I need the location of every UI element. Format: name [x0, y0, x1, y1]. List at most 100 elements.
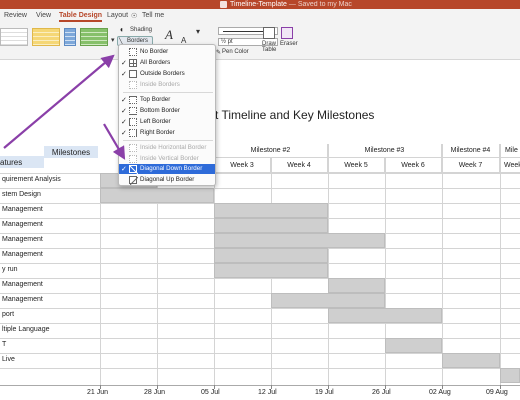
slide-title[interactable]: t Timeline and Key Milestones — [215, 108, 374, 122]
draw-table-icon[interactable] — [263, 27, 275, 39]
menu-item-outside-borders[interactable]: ✓ Outside Borders — [119, 69, 215, 79]
check-icon: ✓ — [121, 108, 127, 115]
task-bar[interactable] — [214, 218, 328, 233]
eraser-icon[interactable] — [281, 27, 293, 39]
ribbon-toolbar: ▾ ◖ Shading ╲ Borders A A ▾ ½ pt ✎ Pen C… — [0, 24, 520, 60]
grid-row-line — [0, 308, 520, 309]
styles-more-icon[interactable]: ▾ — [111, 36, 115, 44]
milestone-4-header[interactable]: Milestone #4 — [442, 144, 500, 158]
row-label[interactable]: Management — [0, 281, 43, 288]
grid-row-line — [0, 278, 520, 279]
features-header[interactable]: atures — [0, 156, 44, 168]
menu-item-top-border[interactable]: ✓ Top Border — [119, 95, 215, 105]
table-style-swatch-2[interactable] — [32, 28, 60, 46]
pen-color-label[interactable]: Pen Color — [222, 49, 249, 55]
no-border-icon — [129, 48, 137, 56]
task-bar[interactable] — [214, 263, 328, 278]
menu-item-left-border[interactable]: ✓ Left Border — [119, 117, 215, 127]
task-bar[interactable] — [100, 188, 214, 203]
task-bar[interactable] — [214, 233, 385, 248]
menu-item-diagonal-down-border[interactable]: ✓ Diagonal Down Border — [119, 164, 215, 174]
week-4-header[interactable]: Week 4 — [271, 158, 328, 173]
grid-col-line — [442, 144, 443, 385]
week-8-header[interactable]: Week — [500, 158, 520, 173]
row-label[interactable]: port — [0, 311, 14, 318]
menu-item-no-border[interactable]: No Border — [119, 47, 215, 57]
tab-layout[interactable]: Layout — [107, 12, 128, 19]
date-label: 02 Aug — [429, 389, 451, 396]
task-bar[interactable] — [214, 248, 328, 263]
date-label: 19 Jul — [315, 389, 334, 396]
top-border-icon — [129, 96, 137, 104]
row-label[interactable]: Management — [0, 251, 43, 258]
menu-item-inside-vertical-border: Inside Vertical Border — [119, 154, 215, 164]
task-bar[interactable] — [271, 293, 385, 308]
week-6-header[interactable]: Week 6 — [385, 158, 442, 173]
menu-item-diagonal-up-border[interactable]: Diagonal Up Border — [119, 175, 215, 185]
week-7-header[interactable]: Week 7 — [442, 158, 500, 173]
check-icon: ✓ — [121, 130, 127, 137]
row-label[interactable]: y run — [0, 266, 18, 273]
row-label[interactable]: Live — [0, 356, 15, 363]
tab-view[interactable]: View — [36, 12, 51, 19]
grid-row-line — [0, 338, 520, 339]
check-icon: ✓ — [121, 166, 127, 173]
check-icon: ✓ — [121, 71, 127, 78]
date-label: 28 Jun — [144, 389, 166, 396]
task-bar[interactable] — [385, 338, 442, 353]
task-bar[interactable] — [500, 368, 520, 383]
left-border-icon — [129, 118, 137, 126]
row-label[interactable]: Management — [0, 236, 43, 243]
grid-row-line — [0, 368, 520, 369]
eraser-label[interactable]: Eraser — [280, 41, 298, 47]
row-label[interactable]: Management — [0, 221, 43, 228]
row-label[interactable]: Management — [0, 296, 43, 303]
check-icon: ✓ — [121, 60, 127, 67]
task-bar[interactable] — [442, 353, 500, 368]
row-label[interactable]: T — [0, 341, 6, 348]
menu-item-inside-borders: Inside Borders — [119, 80, 215, 90]
table-style-swatch-1[interactable] — [0, 28, 28, 46]
menu-item-all-borders[interactable]: ✓ All Borders — [119, 58, 215, 68]
tab-review[interactable]: Review — [4, 12, 27, 19]
grid-row-line — [0, 323, 520, 324]
inside-borders-icon — [129, 81, 137, 89]
shading-label[interactable]: Shading — [130, 27, 152, 33]
menu-item-bottom-border[interactable]: ✓ Bottom Border — [119, 106, 215, 116]
task-bar[interactable] — [328, 308, 442, 323]
table-style-swatch-3[interactable] — [64, 28, 76, 46]
milestone-3-header[interactable]: Milestone #3 — [328, 144, 442, 158]
tell-me-search[interactable]: Tell me — [142, 12, 164, 19]
tab-table-design[interactable]: Table Design — [59, 12, 103, 22]
text-effects-icon[interactable]: A — [165, 27, 173, 43]
milestone-5-header[interactable]: Mile — [500, 144, 520, 158]
date-label: 09 Aug — [486, 389, 508, 396]
grid-col-line — [500, 144, 501, 385]
outside-borders-icon — [129, 70, 137, 78]
row-label[interactable]: stem Design — [0, 191, 41, 198]
row-label[interactable]: ltiple Language — [0, 326, 50, 333]
week-5-header[interactable]: Week 5 — [328, 158, 385, 173]
document-canvas: t Timeline and Key Milestones Milestones… — [0, 60, 520, 400]
menu-separator — [123, 92, 213, 93]
menu-item-right-border[interactable]: ✓ Right Border — [119, 128, 215, 138]
milestones-header[interactable]: Milestones — [44, 146, 98, 158]
check-icon: ✓ — [121, 119, 127, 126]
menu-separator — [123, 140, 213, 141]
draw-table-label[interactable]: Draw Table — [262, 41, 278, 53]
row-label[interactable]: quirement Analysis — [0, 176, 61, 183]
lightbulb-icon: ☉ — [131, 13, 138, 20]
grid-row-line — [0, 293, 520, 294]
table-style-swatch-4[interactable] — [80, 28, 108, 46]
style-gallery-arrow-icon[interactable]: ▾ — [196, 27, 200, 36]
all-borders-icon — [129, 59, 137, 67]
task-bar[interactable] — [214, 203, 328, 218]
week-3-header[interactable]: Week 3 — [214, 158, 271, 173]
window-title: Timeline-Template — Saved to my Mac — [230, 1, 352, 8]
task-bar[interactable] — [328, 278, 385, 293]
row-label[interactable]: Management — [0, 206, 43, 213]
inside-horizontal-border-icon — [129, 144, 137, 152]
date-label: 21 Jun — [87, 389, 109, 396]
milestone-2-header[interactable]: Milestone #2 — [214, 144, 328, 158]
date-label: 26 Jul — [372, 389, 391, 396]
